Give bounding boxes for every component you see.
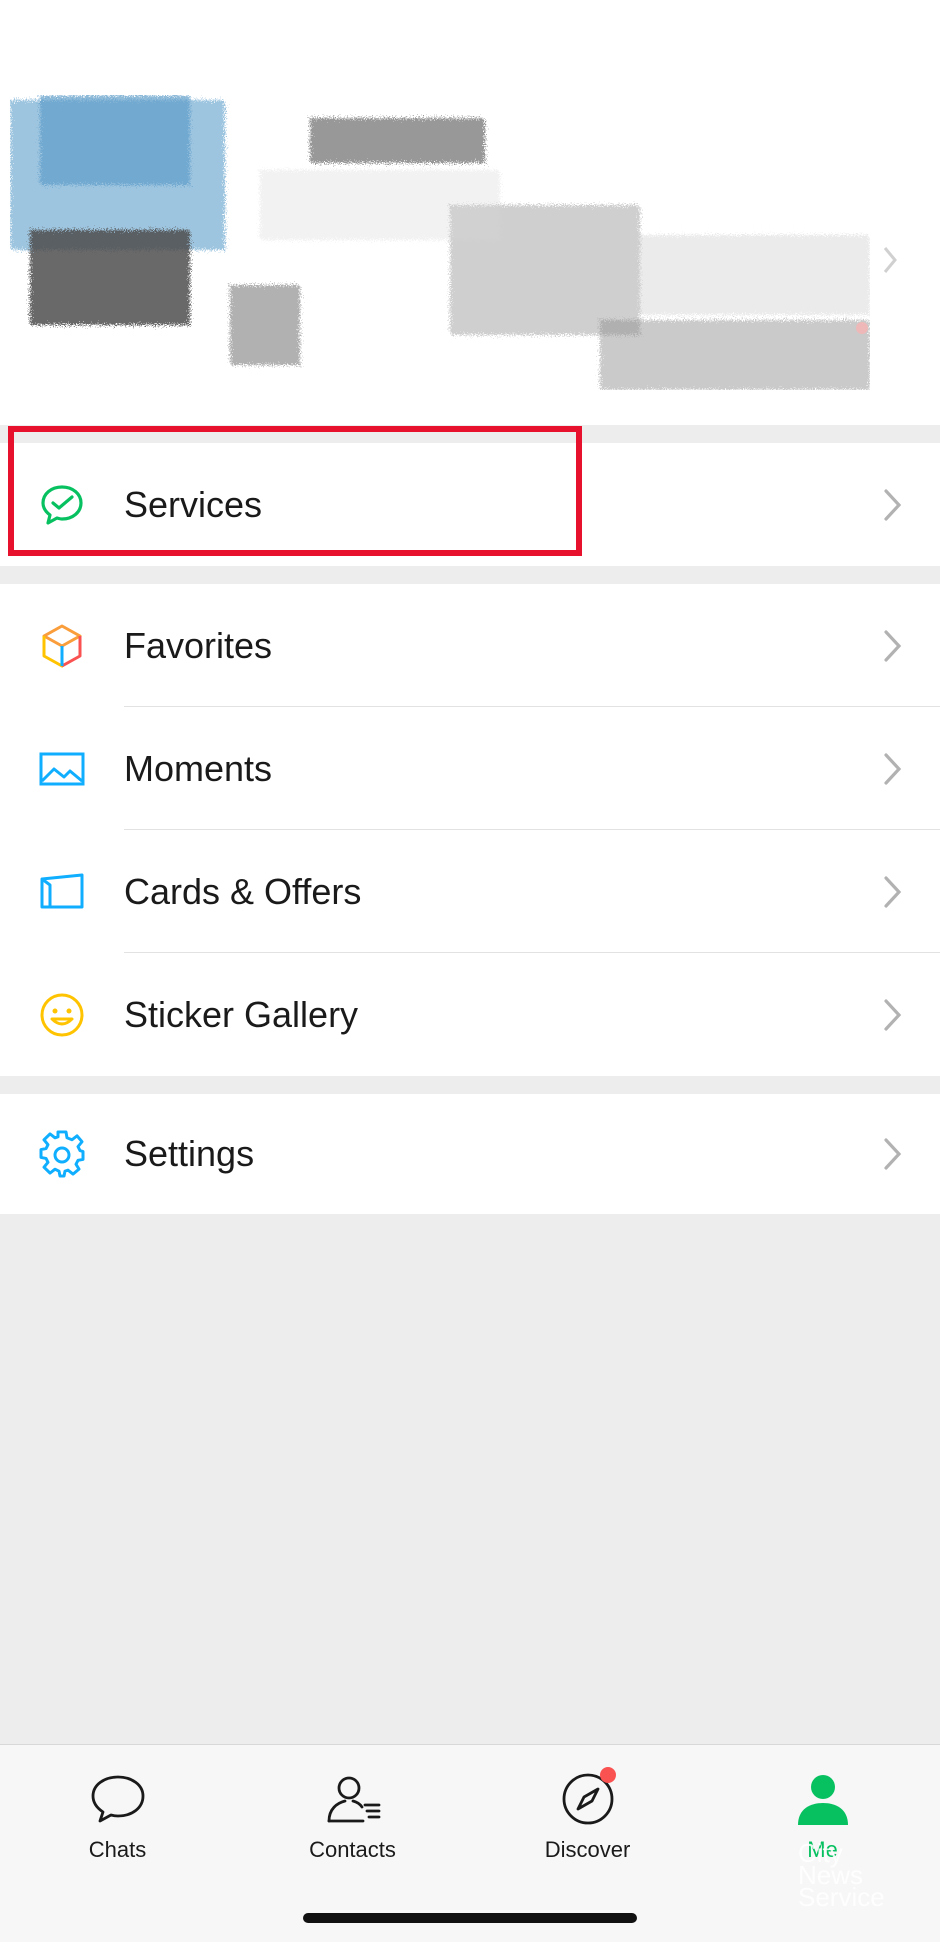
menu-item-label: Sticker Gallery — [124, 993, 359, 1035]
menu-item-settings[interactable]: Settings — [0, 1094, 940, 1214]
chevron-right-icon — [884, 1138, 902, 1170]
menu-item-services[interactable]: Services — [0, 443, 940, 566]
tab-contacts[interactable]: Contacts — [235, 1769, 470, 1879]
chevron-right-icon — [884, 998, 902, 1031]
cards-icon — [38, 868, 86, 916]
menu-item-label: Cards & Offers — [124, 870, 362, 912]
menu-group-main: Favorites Moments Cards & Offers Sticker… — [0, 584, 940, 1076]
menu-item-favorites[interactable]: Favorites — [0, 584, 940, 707]
watermark-text: City News Service — [798, 1840, 938, 1932]
chevron-right-icon — [884, 629, 902, 662]
profile-scribble-image — [10, 95, 897, 390]
gear-icon — [38, 1130, 86, 1178]
menu-item-label: Services — [124, 483, 263, 525]
contacts-icon — [323, 1769, 383, 1829]
tab-label: Discover — [544, 1837, 631, 1862]
tab-chats[interactable]: Chats — [0, 1769, 235, 1879]
chat-bubble-icon — [88, 1769, 148, 1829]
tab-discover[interactable]: Discover — [470, 1767, 705, 1879]
notification-dot — [599, 1767, 616, 1783]
favorites-icon — [38, 622, 86, 670]
menu-item-cards-offers[interactable]: Cards & Offers — [0, 830, 940, 953]
menu-item-label: Favorites — [124, 624, 273, 666]
menu-group-settings: Settings — [0, 1094, 940, 1214]
tab-label: Contacts — [309, 1837, 396, 1862]
profile-header[interactable] — [0, 0, 940, 425]
menu-item-label: Moments — [124, 747, 273, 789]
services-icon — [38, 481, 86, 529]
menu-group-services: Services — [0, 443, 940, 566]
watermark-line: Service — [798, 1882, 885, 1912]
person-icon — [793, 1769, 853, 1829]
compass-icon — [558, 1767, 618, 1829]
chevron-right-icon — [884, 488, 902, 521]
chevron-right-icon — [884, 875, 902, 908]
menu-item-moments[interactable]: Moments — [0, 707, 940, 830]
moments-icon — [38, 745, 86, 793]
sticker-icon — [38, 991, 86, 1039]
menu-item-label: Settings — [124, 1133, 255, 1174]
home-indicator — [303, 1913, 637, 1923]
menu-item-sticker-gallery[interactable]: Sticker Gallery — [0, 953, 940, 1076]
chevron-right-icon — [884, 752, 902, 785]
tab-label: Chats — [88, 1837, 147, 1862]
